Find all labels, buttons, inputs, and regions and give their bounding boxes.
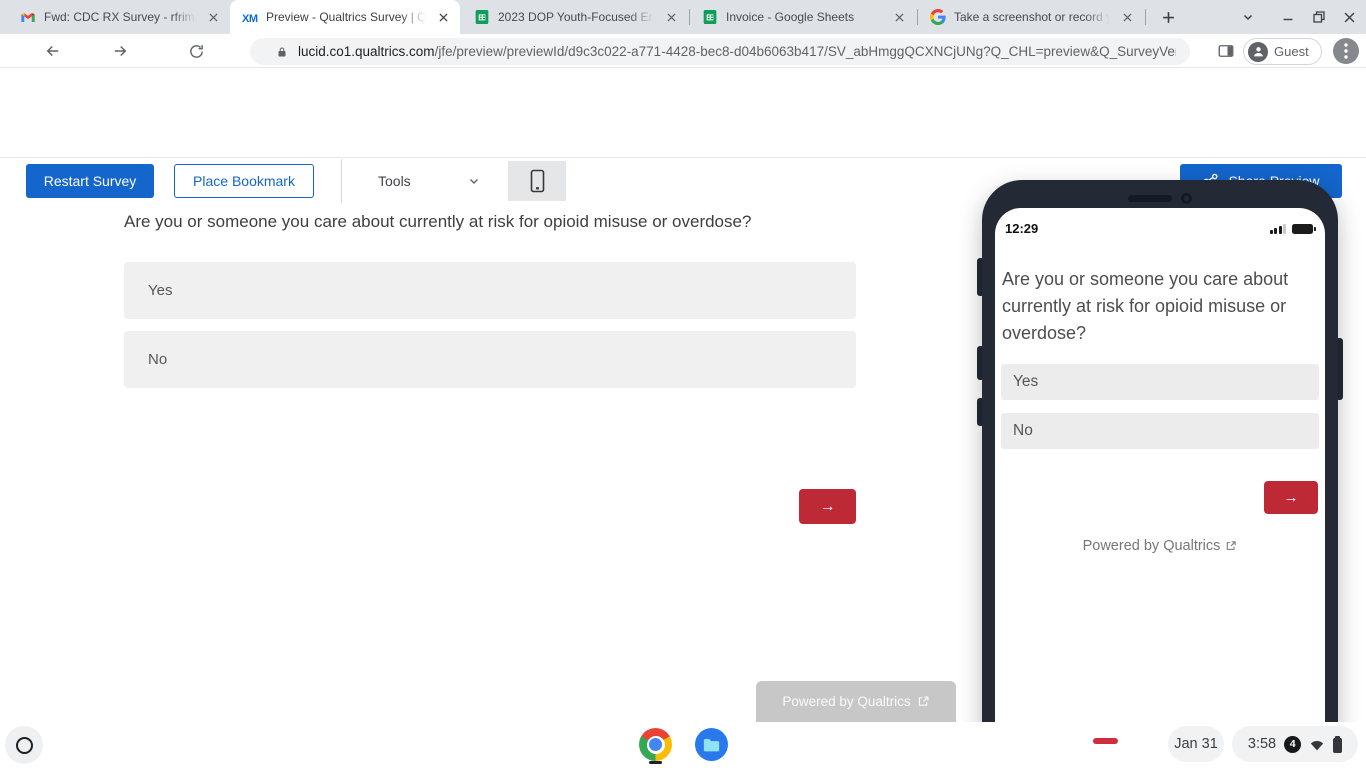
url-text: lucid.co1.qualtrics.com/jfe/preview/prev… [298,44,1176,59]
reload-icon[interactable] [186,41,206,61]
phone-camera [1181,193,1192,204]
tab-title: Invoice - Google Sheets [726,10,855,24]
phone-status-icons [1269,224,1316,234]
tab-sheets-dop[interactable]: 2023 DOP Youth-Focused Envi [462,0,688,34]
guest-label: Guest [1274,44,1309,59]
option-no[interactable]: No [124,331,856,388]
external-link-icon [1225,540,1237,552]
toolbar-divider [341,159,342,203]
phone-screen: 12:29 Are you or someone you care about … [995,208,1325,768]
survey-question: Are you or someone you care about curren… [124,212,752,231]
phone-next-button[interactable]: → [1264,481,1318,514]
calendar-date-button[interactable]: Jan 31 [1168,726,1224,762]
sheets-icon [702,9,718,25]
profile-guest-button[interactable]: Guest [1243,38,1322,65]
chromeos-shelf [0,722,1366,768]
restore-button[interactable] [1305,8,1333,26]
tab-search-chevron-icon[interactable] [1234,8,1262,26]
close-icon[interactable] [204,8,222,26]
forward-icon[interactable] [110,41,130,61]
back-icon[interactable] [43,41,63,61]
tab-title: Fwd: CDC RX Survey - rfrimpon [44,10,196,24]
date-label: Jan 31 [1174,736,1218,752]
lock-icon[interactable] [276,45,288,59]
powered-by-qualtrics-link[interactable]: Powered by Qualtrics [756,681,956,722]
launcher-button[interactable] [5,726,43,764]
xm-icon: XM [242,13,258,25]
external-link-icon [917,695,930,708]
battery-icon [1292,224,1316,234]
powered-label: Powered by Qualtrics [782,694,911,709]
tab-title: Take a screenshot or record yo [954,10,1110,24]
close-icon[interactable] [434,8,452,26]
notification-redbar [1093,738,1118,744]
tab-sheets-invoice[interactable]: Invoice - Google Sheets [690,0,916,34]
close-icon[interactable] [890,8,908,26]
side-panel-icon[interactable] [1216,41,1236,61]
option-no-label: No [148,351,168,368]
wifi-icon [1309,738,1325,751]
phone-preview-mockup: 12:29 Are you or someone you care about … [977,180,1343,768]
guest-avatar [1248,41,1268,62]
tab-divider [1145,9,1146,25]
restart-survey-button[interactable]: Restart Survey [26,164,154,198]
next-button[interactable]: → [799,489,856,524]
files-app-icon[interactable] [695,728,728,761]
phone-option-yes-label: Yes [1013,373,1039,390]
battery-icon [1333,735,1343,753]
option-yes[interactable]: Yes [124,262,856,319]
close-icon[interactable] [662,8,680,26]
tab-google-help[interactable]: Take a screenshot or record yo [918,0,1144,34]
phone-option-no-label: No [1013,422,1033,439]
tab-strip: Fwd: CDC RX Survey - rfrimpon XM Preview… [0,0,1366,34]
phone-survey-question: Are you or someone you care about curren… [1002,269,1289,343]
minimize-button[interactable] [1274,8,1302,26]
gmail-icon [20,9,36,25]
preview-toolbar: Restart Survey Place Bookmark Tools Shar… [0,68,1366,203]
close-window-button[interactable] [1335,8,1363,26]
chrome-icon[interactable] [639,728,672,761]
tab-title: 2023 DOP Youth-Focused Envi [498,10,654,24]
powered-label: Powered by Qualtrics [1082,538,1221,554]
close-icon[interactable] [1118,8,1136,26]
sheets-icon [474,9,490,25]
phone-option-yes[interactable]: Yes [1001,364,1319,400]
arrow-right-icon: → [1283,489,1299,506]
browser-menu-icon[interactable] [1333,38,1359,64]
phone-status-time: 12:29 [1005,221,1039,236]
arrow-right-icon: → [819,497,836,515]
tools-dropdown[interactable]: Tools [360,164,490,198]
tab-qualtrics-preview[interactable]: XM Preview - Qualtrics Survey | Qu [230,0,460,34]
notification-count-badge: 4 [1284,735,1302,753]
phone-powered-by-qualtrics-link[interactable]: Powered by Qualtrics [995,538,1325,554]
address-bar: lucid.co1.qualtrics.com/jfe/preview/prev… [0,34,1366,68]
status-tray-button[interactable]: 3:58 4 [1232,726,1358,762]
time-label: 3:58 [1247,736,1277,752]
chevron-down-icon [468,175,480,187]
mobile-phone-icon [530,169,545,193]
signal-icon [1269,224,1286,234]
google-icon [930,9,946,25]
active-app-indicator [649,761,662,764]
mobile-preview-toggle[interactable] [508,161,566,201]
launcher-icon [15,736,33,754]
phone-option-no[interactable]: No [1001,413,1319,449]
url-omnibox[interactable]: lucid.co1.qualtrics.com/jfe/preview/prev… [250,38,1190,65]
tab-gmail[interactable]: Fwd: CDC RX Survey - rfrimpon [8,0,230,34]
place-bookmark-button[interactable]: Place Bookmark [174,164,314,198]
new-tab-button[interactable] [1154,8,1182,26]
option-yes-label: Yes [148,282,173,299]
phone-speaker [1128,195,1172,202]
tab-title: Preview - Qualtrics Survey | Qu [266,10,426,24]
tools-label: Tools [378,173,411,189]
